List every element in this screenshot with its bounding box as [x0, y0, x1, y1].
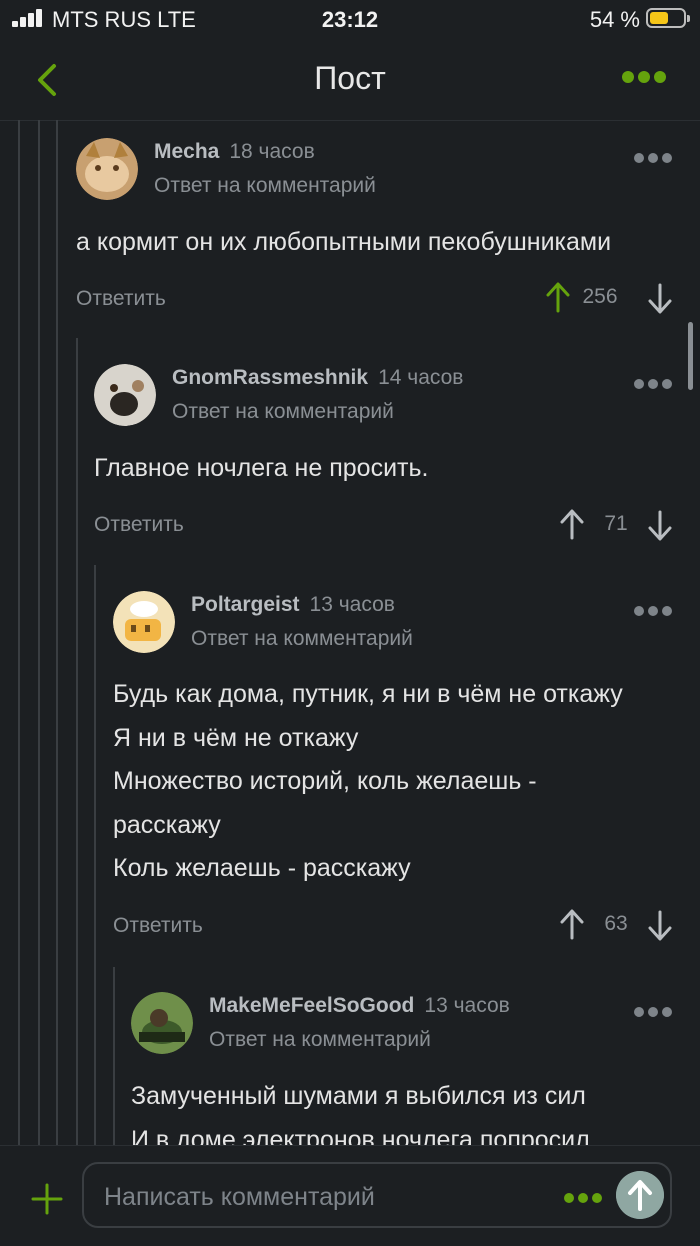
app-header: Пост: [0, 40, 700, 121]
comment: Poltargeist 13 часов Ответ на комментарий…: [113, 591, 686, 951]
thread-line: [76, 338, 78, 1145]
upvote-arrow-icon[interactable]: [558, 508, 586, 542]
thread-line: [56, 120, 58, 1145]
status-bar: MTS RUS LTE 23:12 54 %: [0, 0, 700, 40]
page-title: Пост: [314, 60, 386, 96]
vote-count: 256: [582, 285, 618, 308]
comment-composer: [0, 1145, 700, 1246]
avatar[interactable]: [94, 364, 156, 426]
downvote-arrow-icon[interactable]: [646, 508, 674, 542]
scrollbar[interactable]: [688, 322, 693, 390]
reply-button[interactable]: Ответить: [113, 914, 203, 938]
vote-controls: 256: [544, 281, 674, 315]
battery-icon: [646, 8, 690, 28]
vote-count: 71: [604, 512, 628, 535]
avatar[interactable]: [113, 591, 175, 653]
reply-of-label: Ответ на комментарий: [191, 627, 413, 650]
timestamp: 14 часов: [378, 366, 464, 389]
add-attachment-icon[interactable]: [30, 1182, 64, 1216]
vote-count: 63: [604, 912, 628, 935]
downvote-arrow-icon[interactable]: [646, 281, 674, 315]
upvote-arrow-icon[interactable]: [544, 281, 572, 315]
username[interactable]: GnomRassmeshnik 14 часов: [172, 366, 463, 390]
vote-controls: 63: [558, 908, 674, 942]
vote-controls: 71: [558, 508, 674, 542]
thread-line: [113, 967, 115, 1145]
downvote-arrow-icon[interactable]: [646, 908, 674, 942]
more-options-icon[interactable]: [564, 1190, 610, 1203]
timestamp: 13 часов: [424, 994, 510, 1017]
comment-more-icon[interactable]: [634, 603, 700, 619]
reply-of-label: Ответ на комментарий: [172, 400, 394, 423]
reply-button[interactable]: Ответить: [94, 513, 184, 537]
reply-of-label: Ответ на комментарий: [209, 1028, 431, 1051]
more-options-icon[interactable]: [622, 70, 670, 90]
comment-text: Замученный шумами я выбился из сил И в д…: [131, 1082, 590, 1145]
username[interactable]: Poltargeist 13 часов: [191, 593, 395, 617]
comment: Mecha 18 часов Ответ на комментарий а кор…: [76, 138, 686, 318]
comment-field-wrapper: [82, 1162, 672, 1228]
comment: GnomRassmeshnik 14 часов Ответ на коммент…: [94, 364, 686, 544]
username[interactable]: MakeMeFeelSoGood 13 часов: [209, 994, 510, 1018]
avatar[interactable]: [131, 992, 193, 1054]
thread-line: [18, 120, 20, 1145]
comment-text: Главное ночлега не просить.: [94, 454, 429, 482]
comment: MakeMeFeelSoGood 13 часов Ответ на коммен…: [131, 992, 686, 1145]
comment-more-icon[interactable]: [634, 1004, 686, 1020]
avatar[interactable]: [76, 138, 138, 200]
thread-line: [38, 120, 40, 1145]
upvote-arrow-icon[interactable]: [558, 908, 586, 942]
comment-text: Будь как дома, путник, я ни в чём не отк…: [113, 680, 623, 882]
timestamp: 18 часов: [229, 140, 315, 163]
reply-button[interactable]: Ответить: [76, 287, 166, 311]
comment-text: а кормит он их любопытными пекобушниками: [76, 228, 612, 256]
thread-line: [94, 565, 96, 1145]
reply-of-label: Ответ на комментарий: [154, 174, 376, 197]
comment-input[interactable]: [102, 1180, 546, 1214]
timestamp: 13 часов: [309, 593, 395, 616]
battery-percent: 54 %: [589, 7, 640, 32]
send-button[interactable]: [616, 1171, 664, 1219]
comment-more-icon[interactable]: [634, 150, 700, 166]
username[interactable]: Mecha 18 часов: [154, 140, 315, 164]
